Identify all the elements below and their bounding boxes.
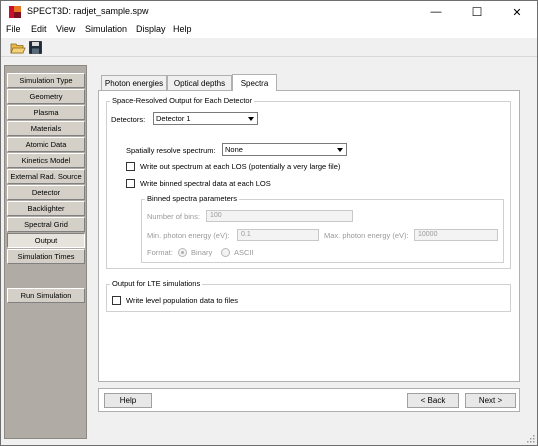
min-photon-energy-label: Min. photon energy (eV): xyxy=(147,231,230,240)
tab-photon-energies[interactable]: Photon energies xyxy=(101,75,167,90)
spect3d-app-icon xyxy=(8,5,22,19)
back-button[interactable]: < Back xyxy=(407,393,459,408)
window-title: SPECT3D: radjet_sample.spw xyxy=(27,6,149,16)
format-ascii-radio[interactable] xyxy=(221,248,230,257)
sidebar-item-plasma[interactable]: Plasma xyxy=(7,105,85,120)
title-bar: SPECT3D: radjet_sample.spw — ☐ ✕ xyxy=(1,1,537,23)
sidebar-item-external-rad-source[interactable]: External Rad. Source xyxy=(7,169,85,184)
number-of-bins-label: Number of bins: xyxy=(147,212,200,221)
binned-spectra-group-title: Binned spectra parameters xyxy=(145,194,240,203)
sidebar-item-materials[interactable]: Materials xyxy=(7,121,85,136)
max-photon-energy-input[interactable]: 10000 xyxy=(414,229,498,241)
chevron-down-icon xyxy=(248,117,254,121)
close-button[interactable]: ✕ xyxy=(497,1,537,23)
max-photon-energy-label: Max. photon energy (eV): xyxy=(324,231,409,240)
folder-open-icon[interactable] xyxy=(10,40,26,55)
write-out-spectrum-label: Write out spectrum at each LOS (potentia… xyxy=(140,162,341,171)
menu-view[interactable]: View xyxy=(56,24,75,34)
write-out-spectrum-checkbox[interactable] xyxy=(126,162,135,171)
application-window: SPECT3D: radjet_sample.spw — ☐ ✕ File Ed… xyxy=(0,0,538,446)
detectors-label: Detectors: xyxy=(111,115,146,124)
number-of-bins-input[interactable]: 100 xyxy=(206,210,353,222)
toolbar xyxy=(1,38,537,57)
run-simulation-button[interactable]: Run Simulation xyxy=(7,288,85,303)
menu-help[interactable]: Help xyxy=(173,24,192,34)
menu-bar: File Edit View Simulation Display Help xyxy=(1,23,537,38)
tab-optical-depths[interactable]: Optical depths xyxy=(167,75,232,90)
spatially-resolve-select[interactable]: None xyxy=(222,143,347,156)
menu-simulation[interactable]: Simulation xyxy=(85,24,127,34)
resize-grip-icon[interactable] xyxy=(525,433,535,443)
spectra-tab-panel: Space-Resolved Output for Each Detector … xyxy=(98,90,520,382)
minimize-button[interactable]: — xyxy=(416,1,456,23)
format-ascii-label: ASCII xyxy=(234,248,254,257)
sidebar-item-output[interactable]: Output xyxy=(7,233,85,248)
space-resolved-group-title: Space-Resolved Output for Each Detector xyxy=(110,96,255,105)
tab-spectra[interactable]: Spectra xyxy=(232,74,277,91)
floppy-disk-icon[interactable] xyxy=(28,40,44,55)
sidebar-item-spectral-grid[interactable]: Spectral Grid xyxy=(7,217,85,232)
sidebar: Simulation Type Geometry Plasma Material… xyxy=(4,65,87,439)
write-level-population-checkbox[interactable] xyxy=(112,296,121,305)
sidebar-item-kinetics-model[interactable]: Kinetics Model xyxy=(7,153,85,168)
next-button[interactable]: Next > xyxy=(465,393,516,408)
min-photon-energy-input[interactable]: 0.1 xyxy=(237,229,319,241)
menu-edit[interactable]: Edit xyxy=(31,24,47,34)
sidebar-item-backlighter[interactable]: Backlighter xyxy=(7,201,85,216)
spatially-resolve-label: Spatially resolve spectrum: xyxy=(126,146,216,155)
format-binary-radio[interactable] xyxy=(178,248,187,257)
menu-file[interactable]: File xyxy=(6,24,21,34)
write-binned-label: Write binned spectral data at each LOS xyxy=(140,179,271,188)
sidebar-item-atomic-data[interactable]: Atomic Data xyxy=(7,137,85,152)
format-binary-label: Binary xyxy=(191,248,213,257)
detectors-select[interactable]: Detector 1 xyxy=(153,112,258,125)
write-binned-checkbox[interactable] xyxy=(126,179,135,188)
lte-output-group-title: Output for LTE simulations xyxy=(110,279,203,288)
menu-display[interactable]: Display xyxy=(136,24,166,34)
help-button[interactable]: Help xyxy=(104,393,152,408)
sidebar-item-geometry[interactable]: Geometry xyxy=(7,89,85,104)
chevron-down-icon xyxy=(337,148,343,152)
maximize-button[interactable]: ☐ xyxy=(457,1,497,23)
sidebar-item-simulation-times[interactable]: Simulation Times xyxy=(7,249,85,264)
write-level-population-label: Write level population data to files xyxy=(126,296,239,305)
sidebar-item-simulation-type[interactable]: Simulation Type xyxy=(7,73,85,88)
sidebar-item-detector[interactable]: Detector xyxy=(7,185,85,200)
wizard-button-bar: Help < Back Next > xyxy=(98,388,520,412)
format-label: Format: xyxy=(147,248,173,257)
